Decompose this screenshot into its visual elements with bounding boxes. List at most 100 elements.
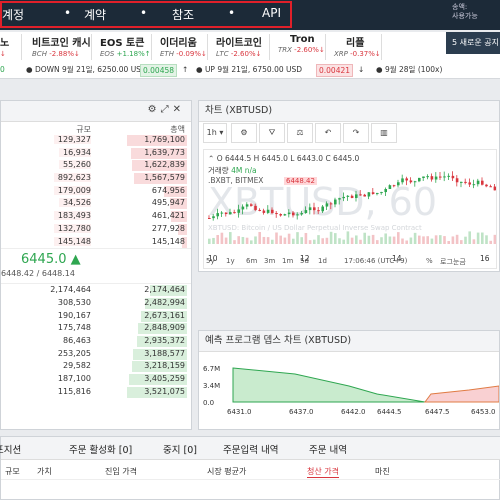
ticker-item[interactable]: 리플 XRP -0.37%↓ — [330, 34, 382, 60]
tab-fills[interactable]: 주문입력 내역 — [223, 442, 278, 456]
settings-gear-icon[interactable]: ⚙ — [231, 123, 257, 143]
feed-label: UP 9월 21일, 6750.00 USD — [204, 65, 303, 74]
ticker-item[interactable]: EOS 토큰 EOS +1.18%↑ — [96, 34, 152, 60]
percent-toggle[interactable]: % — [426, 257, 433, 265]
ohlc-readout: ⌃ O 6444.5 H 6445.0 L 6443.0 C 6445.0 — [208, 154, 359, 163]
feed-item[interactable]: ● UP 9월 21일, 6750.00 USD — [196, 62, 302, 78]
orderbook-row[interactable]: 253,205 3,188,577 — [1, 348, 191, 361]
candle-body — [350, 195, 354, 199]
candle-body — [224, 212, 228, 215]
volume-bar — [439, 235, 442, 244]
range-1y[interactable]: 1y — [226, 257, 235, 265]
tab-order-history[interactable]: 주문 내역 — [309, 442, 347, 456]
range-5d[interactable]: 5d — [300, 257, 309, 265]
orderbook-row[interactable]: 190,167 2,673,161 — [1, 310, 191, 323]
time-display: 17:06:46 (UTC+9) — [344, 257, 408, 265]
ticker-item[interactable]: Tron TRX -2.60%↓ — [274, 34, 326, 60]
order-total: 2,174,464 — [144, 285, 185, 295]
volume-bar — [409, 237, 413, 244]
ticker-item[interactable]: 이더리움 ETH -0.09%↓ — [156, 34, 208, 60]
orderbook-row[interactable]: 132,780 277,928 — [1, 223, 191, 236]
candle-body — [245, 204, 249, 207]
orderbook-row[interactable]: 55,260 1,622,839 — [1, 159, 191, 172]
volume-bar — [250, 240, 253, 244]
range-6m[interactable]: 6m — [246, 257, 257, 265]
orderbook-row[interactable]: 86,463 2,935,372 — [1, 335, 191, 348]
redo-icon[interactable]: ↷ — [343, 123, 369, 143]
collapse-icon[interactable]: ⌃ — [208, 154, 214, 163]
orderbook-row[interactable]: 16,934 1,639,773 — [1, 147, 191, 160]
ticker-item[interactable]: 노 ↓ — [0, 34, 22, 60]
interval-select[interactable]: 1h ▾ — [203, 123, 227, 143]
indicators-icon[interactable]: ⛛ — [259, 123, 285, 143]
candle-body — [308, 207, 312, 211]
candle-body — [216, 213, 219, 217]
range-5y[interactable]: 5y — [206, 257, 215, 265]
orderbook-row[interactable]: 145,148 145,148 — [1, 236, 191, 249]
orderbook-row[interactable]: 34,526 495,947 — [1, 197, 191, 210]
feed-item[interactable]: ● DOWN 9월 21일, 6250.00 USD — [26, 62, 147, 78]
tab-active-orders[interactable]: 주문 활성화 [0] — [69, 442, 132, 456]
depth-x-tick: 6431.0 — [227, 408, 252, 416]
price-chart[interactable]: XBTUSD, 60 XBTUSD: Bitcoin / US Dollar P… — [203, 149, 497, 269]
orderbook-row[interactable]: 892,623 1,567,579 — [1, 172, 191, 185]
candle-body — [304, 210, 308, 214]
panel-controls: ⚙⤢✕ — [148, 104, 185, 115]
nav-reference[interactable]: 참조 — [172, 6, 194, 23]
orderbook-row[interactable]: 129,327 1,769,100 — [1, 134, 191, 147]
candle-body — [367, 192, 371, 197]
order-total: 3,405,259 — [144, 374, 185, 383]
col-value[interactable]: 가치 — [37, 466, 52, 477]
candle-body — [455, 178, 459, 183]
col-entry-price[interactable]: 진입 가격 — [105, 466, 137, 477]
range-1d[interactable]: 1d — [318, 257, 327, 265]
notification-button[interactable]: 5 새로운 공지 — [446, 32, 500, 54]
candle-body — [262, 210, 266, 213]
order-size: 115,816 — [57, 386, 91, 396]
nav-account[interactable]: 계정 — [2, 6, 24, 23]
volume-label: 거래량 — [208, 166, 229, 175]
undo-icon[interactable]: ↶ — [315, 123, 341, 143]
col-liq-price[interactable]: 청산 가격 — [307, 466, 339, 478]
candle-body — [338, 198, 341, 200]
col-size[interactable]: 규모 — [5, 466, 20, 477]
tab-stops[interactable]: 중지 [0] — [163, 442, 197, 456]
col-margin[interactable]: 마진 — [375, 466, 390, 477]
orderbook-row[interactable]: 2,174,464 2,174,464 — [1, 284, 191, 297]
candle-body — [250, 204, 253, 206]
ticker-sub: ETH -0.09%↓ — [160, 50, 207, 58]
depth-chart[interactable]: 6.7M 3.4M 0.0 6431.0 6437.0 6442.0 6444.5 6447.… — [199, 352, 499, 430]
feed-item[interactable]: ● 9월 28일 (100x) — [376, 62, 442, 78]
candle-body — [220, 212, 224, 214]
orderbook-row[interactable]: 308,530 2,482,994 — [1, 297, 191, 310]
orderbook-row[interactable]: 179,009 674,956 — [1, 185, 191, 198]
asks-list: 129,327 1,769,100 16,934 1,639,773 55,260 1,6… — [1, 134, 191, 248]
volume-bar — [392, 236, 396, 244]
volume-bar — [300, 237, 303, 244]
nav-contracts[interactable]: 계약 — [84, 6, 106, 23]
orderbook-row[interactable]: 183,493 461,421 — [1, 210, 191, 223]
range-3m[interactable]: 3m — [264, 257, 275, 265]
gear-icon[interactable]: ⚙ — [148, 104, 161, 115]
col-mark-price[interactable]: 시장 평균가 — [207, 466, 246, 477]
candle-body — [300, 213, 303, 215]
expand-icon[interactable]: ⤢ — [161, 104, 173, 115]
tab-positions[interactable]: 포지션 — [0, 442, 21, 456]
volume-bar — [367, 235, 371, 244]
orderbook-row[interactable]: 175,748 2,848,909 — [1, 322, 191, 335]
account-balance[interactable]: 송액: 사용가능 — [452, 3, 478, 21]
candle-body — [447, 175, 450, 177]
candle-body — [254, 205, 257, 210]
nav-api[interactable]: API — [262, 6, 281, 20]
ticker-item[interactable]: 라이트코인 LTC -2.60%↓ — [212, 34, 270, 60]
orderbook-row[interactable]: 187,100 3,405,259 — [1, 373, 191, 386]
close-icon[interactable]: ✕ — [173, 104, 185, 115]
orderbook-row[interactable]: 115,816 3,521,075 — [1, 386, 191, 399]
ticker-item[interactable]: 비트코인 캐시 BCH -2.88%↓ — [28, 34, 92, 60]
bar-chart-icon[interactable]: ▥ — [371, 123, 397, 143]
compare-scale-icon[interactable]: ⚖ — [287, 123, 313, 143]
order-total: 2,482,994 — [144, 297, 185, 307]
orderbook-row[interactable]: 29,582 3,218,159 — [1, 360, 191, 373]
range-1m[interactable]: 1m — [282, 257, 293, 265]
log-scale-toggle[interactable]: 로그눈금 — [440, 257, 466, 267]
